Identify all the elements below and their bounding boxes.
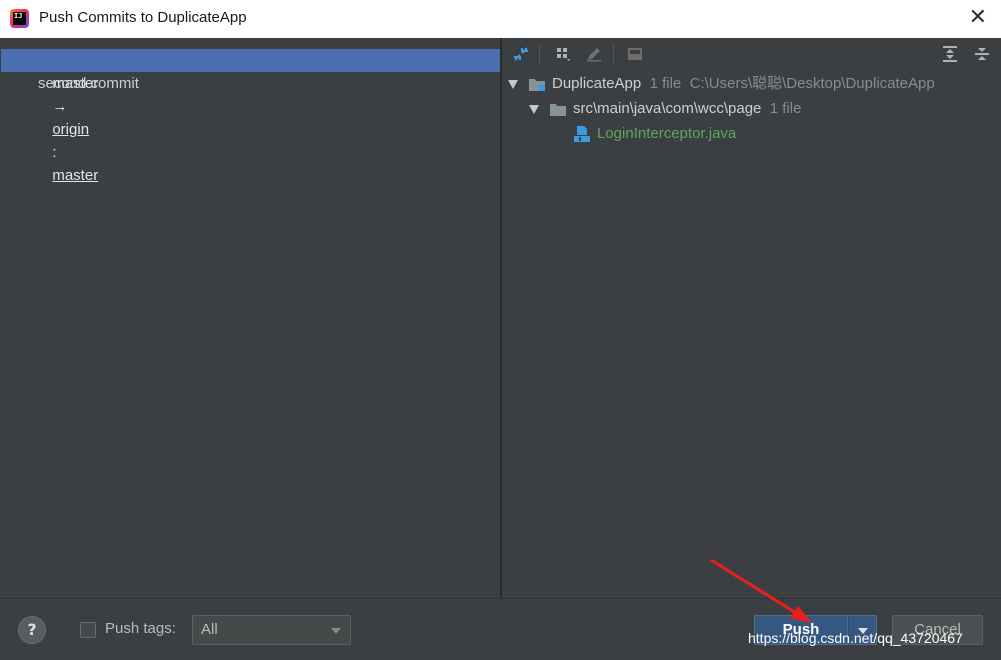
root-path: C:\Users\聪聪\Desktop\DuplicateApp [689, 75, 935, 92]
collapse-arrows-icon[interactable] [511, 44, 531, 64]
edit-icon[interactable] [584, 44, 604, 64]
commit-item[interactable]: second commit [38, 73, 139, 95]
branch-arrow: → [52, 98, 68, 115]
changes-pane: DuplicateApp 1 file C:\Users\聪聪\Desktop\… [502, 38, 1001, 598]
branch-separator: : [52, 144, 57, 161]
branch-row-selected[interactable]: master → origin : master [1, 49, 500, 184]
chevron-down-icon [331, 628, 341, 634]
diff-icon[interactable] [625, 44, 645, 64]
root-name: DuplicateApp [552, 75, 642, 92]
toolbar-separator [539, 44, 540, 64]
close-icon[interactable]: ✕ [969, 5, 987, 31]
watermark-text: https://blog.csdn.net/qq_43720467 [748, 630, 963, 646]
folder-name: src\main\java\com\wcc\page [573, 100, 762, 117]
push-tags-label[interactable]: Push tags: [105, 620, 176, 637]
toolbar-separator [613, 44, 614, 64]
expand-arrow-icon[interactable] [529, 104, 539, 114]
tags-select-value: All [201, 621, 218, 638]
module-folder-icon [529, 79, 545, 92]
app-icon-letters: IJ [13, 12, 26, 25]
window-title: Push Commits to DuplicateApp [39, 9, 247, 26]
folder-file-count: 1 file [769, 100, 802, 117]
expand-arrow-icon[interactable] [508, 79, 518, 89]
root-file-count: 1 file [649, 75, 682, 92]
title-bar: IJ Push Commits to DuplicateApp ✕ [0, 0, 1001, 38]
tree-node-file[interactable]: LoginInterceptor.java [573, 122, 736, 146]
tree-node-folder[interactable]: src\main\java\com\wcc\page 1 file [529, 97, 801, 121]
help-button[interactable]: ? [18, 616, 46, 644]
commits-pane: master → origin : master second commit [1, 38, 500, 598]
collapse-all-icon[interactable] [972, 44, 992, 64]
intellij-app-icon: IJ [10, 9, 29, 28]
file-name: LoginInterceptor.java [597, 125, 737, 142]
expand-all-icon[interactable] [940, 44, 960, 64]
remote-branch-link[interactable]: master [52, 167, 98, 184]
dialog-body: master → origin : master second commit D… [0, 38, 1001, 598]
dialog-footer: ? Push tags: All Push Cancel [0, 598, 1001, 660]
tags-select[interactable]: All [192, 615, 351, 645]
changes-toolbar [502, 38, 1001, 68]
java-file-icon [574, 126, 590, 143]
folder-icon [550, 104, 566, 117]
remote-link[interactable]: origin [52, 121, 89, 138]
tree-node-root[interactable]: DuplicateApp 1 file C:\Users\聪聪\Desktop\… [508, 72, 935, 96]
push-tags-checkbox[interactable] [80, 622, 96, 638]
group-by-icon[interactable] [554, 44, 574, 64]
